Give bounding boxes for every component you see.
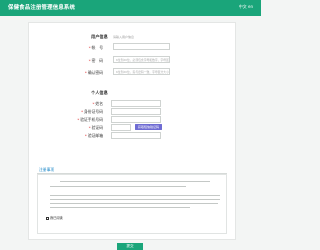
password-label: *密 码	[88, 58, 103, 63]
checkbox-box[interactable]	[46, 216, 49, 220]
submit-button[interactable]: 提交	[117, 243, 143, 250]
confirm-password-input[interactable]: 6位到20位，需与密码一致，字母区分大小写	[113, 68, 170, 75]
terms-text-line	[60, 181, 210, 182]
id-number-input[interactable]	[111, 108, 161, 115]
phone-label: *验证手机号码	[77, 117, 103, 122]
id-number-label: *身份证号码	[81, 109, 103, 114]
app-header: 保健食品注册管理信息系统 中文 en	[0, 0, 261, 16]
account-label: *帐 号	[88, 45, 103, 50]
app-title: 保健食品注册管理信息系统	[8, 5, 76, 11]
sms-code-label: *验证码	[88, 125, 103, 130]
confirm-password-label: *确认密码	[84, 70, 103, 75]
terms-text-line	[50, 195, 220, 196]
registration-form: 用户信息 请输入用户信息 *帐 号 *密 码 6位到20位，必须包含字母和数字，…	[28, 22, 236, 240]
phone-input[interactable]	[111, 116, 161, 123]
name-input[interactable]	[111, 100, 161, 107]
language-switch[interactable]: 中文 en	[239, 4, 253, 10]
terms-text: 我已阅读	[37, 174, 227, 234]
account-section-title: 用户信息	[91, 34, 108, 39]
terms-text-line	[50, 186, 186, 187]
agree-checkbox[interactable]: 我已阅读	[46, 215, 63, 220]
password-input[interactable]: 6位到20位，必须包含字母和数字，字母区分大小写	[113, 56, 170, 63]
get-sms-code-button[interactable]: 获取短信验证码	[135, 124, 162, 130]
email-label: *验证邮箱	[84, 133, 103, 138]
account-input[interactable]	[113, 43, 170, 50]
terms-text-line	[50, 199, 220, 200]
terms-text-line	[50, 207, 190, 208]
personal-section-title: 个人信息	[91, 90, 108, 95]
name-label: *姓名	[92, 101, 104, 106]
email-input[interactable]	[111, 132, 161, 139]
terms-text-line	[50, 203, 218, 204]
sms-code-input[interactable]	[111, 124, 131, 131]
account-section-note: 请输入用户信息	[113, 35, 135, 39]
